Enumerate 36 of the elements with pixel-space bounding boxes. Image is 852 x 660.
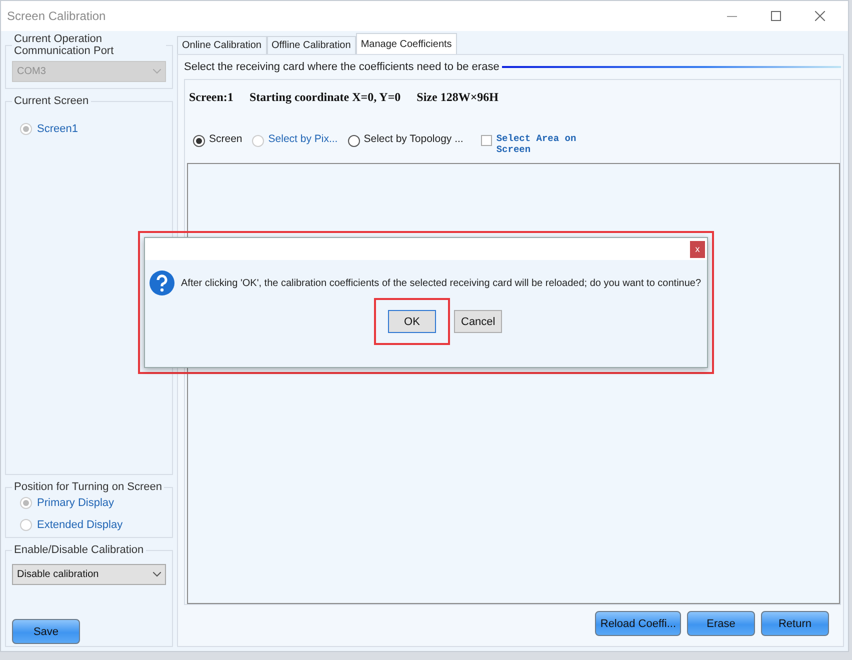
radio-label: Primary Display — [37, 497, 114, 509]
radio-label: Screen — [209, 133, 242, 145]
group-title: Current Operation Communication Port — [13, 33, 115, 57]
tab[interactable]: Manage Coefficients — [356, 33, 457, 54]
close-icon — [815, 11, 825, 21]
chevron-down-icon — [153, 69, 161, 74]
section-title: Select the receiving card where the coefficients need to be erase — [184, 61, 500, 73]
save-button[interactable]: Save — [12, 619, 80, 644]
tab[interactable]: Online Calibration — [177, 36, 266, 54]
radio-label: Select by Pix... — [268, 133, 338, 145]
screen-info-text: Screen:1 — [189, 90, 234, 105]
action-button[interactable]: Return — [761, 611, 829, 636]
radio-label: Screen1 — [37, 123, 78, 135]
radio-label: Extended Display — [37, 519, 123, 531]
screen-info-text: Size 128W×96H — [416, 90, 498, 105]
checkbox[interactable] — [481, 135, 492, 146]
tab[interactable]: Offline Calibration — [266, 36, 356, 54]
ok-button[interactable]: OK — [388, 310, 436, 333]
radio-label: Select by Topology ... — [364, 133, 464, 145]
action-button[interactable]: Reload Coeffi... — [595, 611, 681, 636]
chevron-down-icon — [153, 572, 161, 577]
cancel-button[interactable]: Cancel — [454, 310, 502, 333]
radio-button[interactable] — [348, 135, 360, 147]
close-button[interactable]: x — [690, 240, 705, 258]
screen-info-text: Starting coordinate X=0, Y=0 — [249, 90, 401, 105]
group-title: Position for Turning on Screen — [13, 481, 163, 493]
dialog-message: After clicking 'OK', the calibration coefficients of the selected receiving card will be reloaded; do you want to continue? — [181, 278, 702, 288]
window-title: Screen Calibration — [7, 9, 107, 23]
checkbox-label: Select Area on Screen — [496, 133, 578, 155]
question-icon — [149, 270, 175, 296]
group-title: Enable/Disable Calibration — [13, 544, 145, 556]
action-button[interactable]: Erase — [687, 611, 755, 636]
maximize-icon — [771, 11, 781, 21]
group-title: Current Screen — [13, 95, 90, 107]
radio-button[interactable] — [193, 135, 205, 147]
calibration-select[interactable]: Disable calibration — [12, 564, 166, 585]
